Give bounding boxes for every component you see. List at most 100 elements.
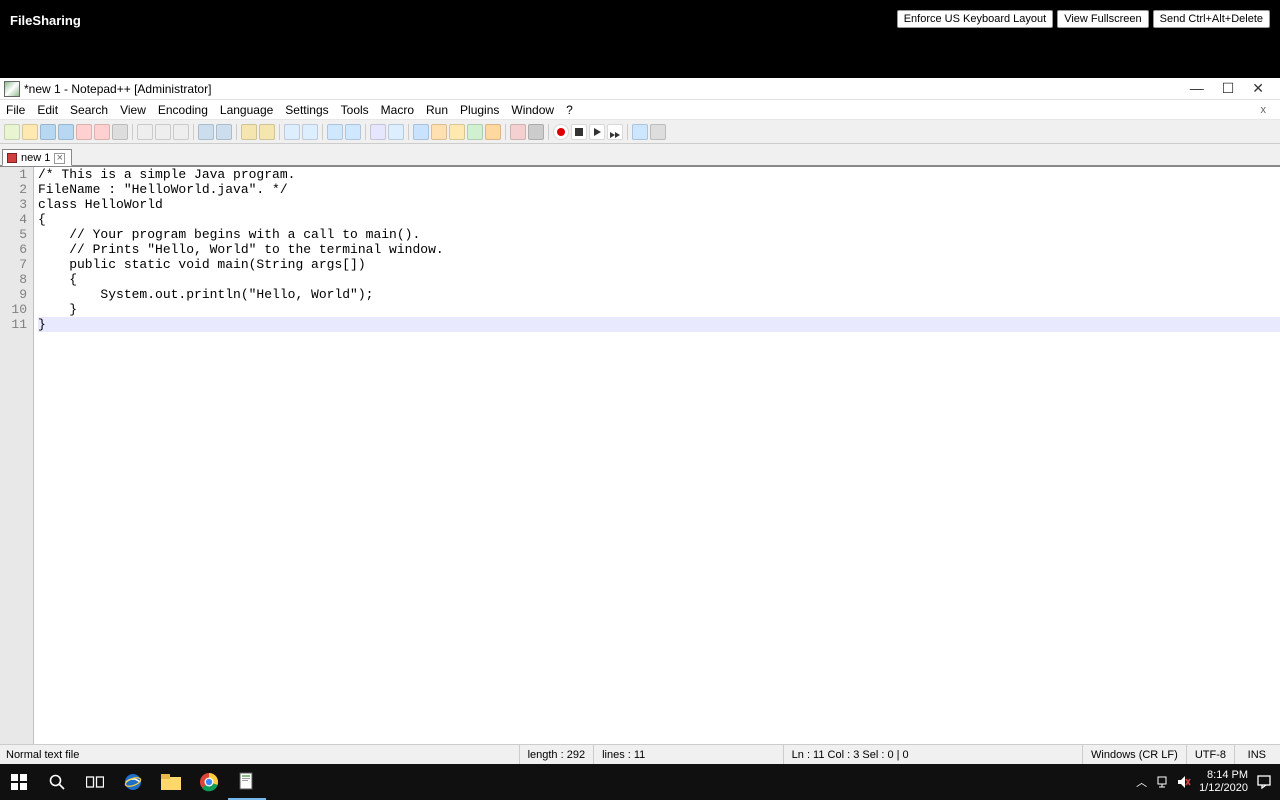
menu-search[interactable]: Search bbox=[70, 103, 108, 117]
tray-notifications-icon[interactable] bbox=[1256, 774, 1272, 790]
menu-view[interactable]: View bbox=[120, 103, 146, 117]
app-icon bbox=[4, 81, 20, 97]
task-view-button[interactable] bbox=[76, 764, 114, 800]
toolbar-unfold-icon[interactable] bbox=[467, 124, 483, 140]
toolbar-play-icon[interactable] bbox=[589, 124, 605, 140]
menu-encoding[interactable]: Encoding bbox=[158, 103, 208, 117]
close-button[interactable]: ✕ bbox=[1252, 80, 1264, 97]
menu-help[interactable]: ? bbox=[566, 103, 573, 117]
tab-new-1[interactable]: new 1 × bbox=[2, 149, 72, 166]
taskbar-chrome[interactable] bbox=[190, 764, 228, 800]
toolbar-undo-icon[interactable] bbox=[198, 124, 214, 140]
menu-tools[interactable]: Tools bbox=[341, 103, 369, 117]
toolbar-doc-map-icon[interactable] bbox=[510, 124, 526, 140]
status-length: length : 292 bbox=[519, 745, 594, 764]
toolbar-fold-icon[interactable] bbox=[449, 124, 465, 140]
toolbar-indent-guide-icon[interactable] bbox=[413, 124, 429, 140]
code-line[interactable]: // Your program begins with a call to ma… bbox=[38, 227, 1280, 242]
tray-time: 8:14 PM bbox=[1199, 769, 1248, 782]
editor[interactable]: 1234567891011 /* This is a simple Java p… bbox=[0, 166, 1280, 744]
toolbar-replace-icon[interactable] bbox=[259, 124, 275, 140]
toolbar-paste-icon[interactable] bbox=[173, 124, 189, 140]
toolbar-lang-icon[interactable] bbox=[431, 124, 447, 140]
menu-plugins[interactable]: Plugins bbox=[460, 103, 499, 117]
start-button[interactable] bbox=[0, 764, 38, 800]
minimize-button[interactable]: — bbox=[1190, 80, 1204, 97]
tab-close-icon[interactable]: × bbox=[54, 153, 65, 164]
status-mode[interactable]: INS bbox=[1234, 745, 1274, 764]
titlebar[interactable]: *new 1 - Notepad++ [Administrator] — ☐ ✕ bbox=[0, 78, 1280, 100]
toolbar-new-icon[interactable] bbox=[4, 124, 20, 140]
taskbar-ie[interactable] bbox=[114, 764, 152, 800]
menu-run[interactable]: Run bbox=[426, 103, 448, 117]
code-line[interactable]: } bbox=[38, 302, 1280, 317]
toolbar-zoom-in-icon[interactable] bbox=[284, 124, 300, 140]
code-line[interactable]: FileName : "HelloWorld.java". */ bbox=[38, 182, 1280, 197]
code-line[interactable]: { bbox=[38, 212, 1280, 227]
toolbar-cut-icon[interactable] bbox=[137, 124, 153, 140]
toolbar-print-icon[interactable] bbox=[112, 124, 128, 140]
toolbar-separator bbox=[132, 124, 133, 140]
status-encoding[interactable]: UTF-8 bbox=[1186, 745, 1234, 764]
toolbar-macro-save-icon[interactable] bbox=[632, 124, 648, 140]
tab-modified-icon bbox=[7, 153, 17, 163]
host-buttons: Enforce US Keyboard Layout View Fullscre… bbox=[897, 10, 1270, 28]
toolbar-close-all-icon[interactable] bbox=[94, 124, 110, 140]
toolbar-separator bbox=[408, 124, 409, 140]
toolbar-redo-icon[interactable] bbox=[216, 124, 232, 140]
code-line[interactable]: /* This is a simple Java program. bbox=[38, 167, 1280, 182]
toolbar-wrap-icon[interactable] bbox=[370, 124, 386, 140]
menu-macro[interactable]: Macro bbox=[381, 103, 414, 117]
toolbar-separator bbox=[548, 124, 549, 140]
toolbar-stop-icon[interactable] bbox=[571, 124, 587, 140]
taskbar-explorer[interactable] bbox=[152, 764, 190, 800]
tray-volume-icon[interactable] bbox=[1177, 775, 1191, 789]
code-line[interactable]: public static void main(String args[]) bbox=[38, 257, 1280, 272]
menu-language[interactable]: Language bbox=[220, 103, 273, 117]
notepadpp-window: *new 1 - Notepad++ [Administrator] — ☐ ✕… bbox=[0, 78, 1280, 764]
tray-clock[interactable]: 8:14 PM 1/12/2020 bbox=[1199, 769, 1248, 795]
code-line[interactable]: // Prints "Hello, World" to the terminal… bbox=[38, 242, 1280, 257]
toolbar-save-all-icon[interactable] bbox=[58, 124, 74, 140]
gutter-line: 9 bbox=[0, 287, 27, 302]
toolbar-sync-v-icon[interactable] bbox=[327, 124, 343, 140]
toolbar-save-icon[interactable] bbox=[40, 124, 56, 140]
code-area[interactable]: /* This is a simple Java program.FileNam… bbox=[34, 167, 1280, 744]
search-button[interactable] bbox=[38, 764, 76, 800]
toolbar-monitor-icon[interactable] bbox=[650, 124, 666, 140]
toolbar-zoom-out-icon[interactable] bbox=[302, 124, 318, 140]
menu-settings[interactable]: Settings bbox=[285, 103, 328, 117]
doc-close-icon[interactable]: x bbox=[1261, 104, 1275, 116]
status-eol[interactable]: Windows (CR LF) bbox=[1082, 745, 1186, 764]
gutter-line: 3 bbox=[0, 197, 27, 212]
taskbar-notepadpp[interactable] bbox=[228, 764, 266, 800]
toolbar-func-list-icon[interactable] bbox=[528, 124, 544, 140]
tray-chevron-icon[interactable]: ︿ bbox=[1136, 774, 1147, 790]
code-line[interactable]: { bbox=[38, 272, 1280, 287]
toolbar-play-multi-icon[interactable] bbox=[607, 124, 623, 140]
host-btn-fullscreen[interactable]: View Fullscreen bbox=[1057, 10, 1148, 28]
menu-window[interactable]: Window bbox=[511, 103, 554, 117]
toolbar-record-icon[interactable] bbox=[553, 124, 569, 140]
system-tray: ︿ 8:14 PM 1/12/2020 bbox=[1136, 769, 1280, 795]
tray-network-icon[interactable] bbox=[1155, 775, 1169, 789]
toolbar-all-chars-icon[interactable] bbox=[388, 124, 404, 140]
host-btn-keyboard[interactable]: Enforce US Keyboard Layout bbox=[897, 10, 1053, 28]
code-line[interactable]: class HelloWorld bbox=[38, 197, 1280, 212]
code-line[interactable]: System.out.println("Hello, World"); bbox=[38, 287, 1280, 302]
window-controls: — ☐ ✕ bbox=[1190, 80, 1276, 97]
toolbar-copy-icon[interactable] bbox=[155, 124, 171, 140]
toolbar-sync-h-icon[interactable] bbox=[345, 124, 361, 140]
gutter-line: 4 bbox=[0, 212, 27, 227]
menu-edit[interactable]: Edit bbox=[37, 103, 58, 117]
host-btn-cad[interactable]: Send Ctrl+Alt+Delete bbox=[1153, 10, 1270, 28]
menu-file[interactable]: File bbox=[6, 103, 25, 117]
toolbar-open-icon[interactable] bbox=[22, 124, 38, 140]
toolbar-folder-icon[interactable] bbox=[485, 124, 501, 140]
maximize-button[interactable]: ☐ bbox=[1222, 80, 1235, 97]
code-line[interactable]: } bbox=[38, 317, 1280, 332]
tray-date: 1/12/2020 bbox=[1199, 782, 1248, 795]
status-lines: lines : 11 bbox=[593, 745, 653, 764]
toolbar-close-icon[interactable] bbox=[76, 124, 92, 140]
toolbar-find-icon[interactable] bbox=[241, 124, 257, 140]
